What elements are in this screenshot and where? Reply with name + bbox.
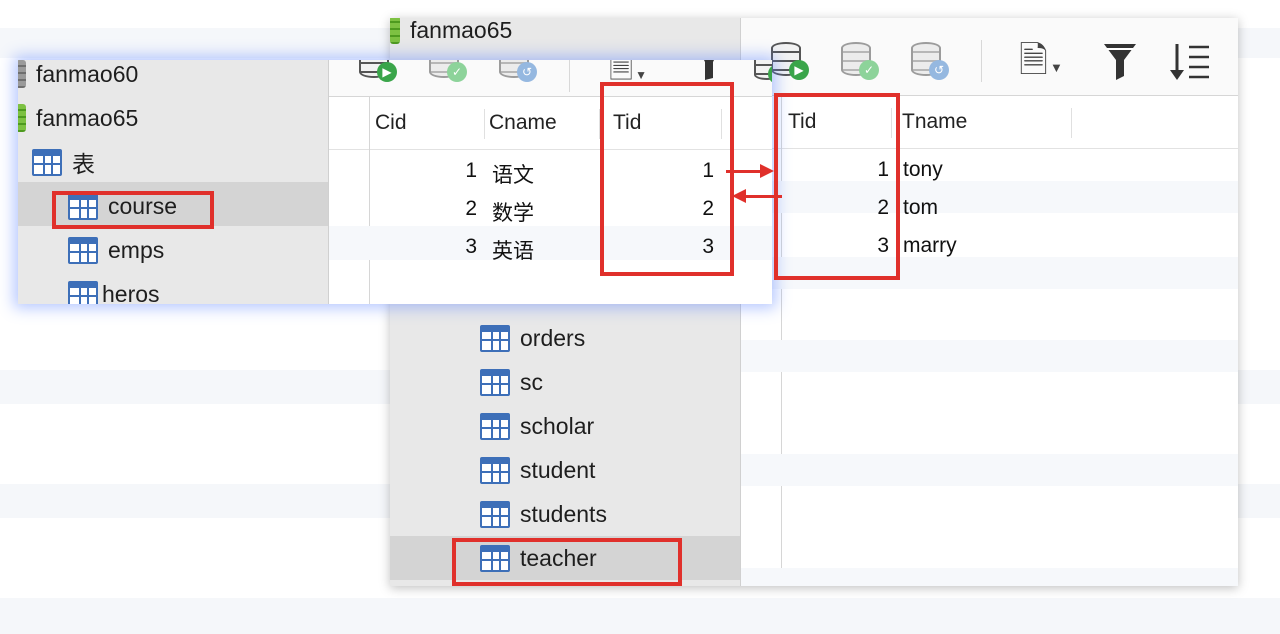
table-label: emps [108, 236, 165, 263]
tree-table-students[interactable]: students [480, 494, 607, 534]
play-icon: ▶ [789, 60, 809, 80]
fetch-button[interactable]: ▶ [754, 60, 772, 84]
table-label: orders [520, 324, 586, 351]
database-commit-icon: ✓ [841, 42, 879, 80]
play-icon: ▶ [377, 62, 397, 82]
export-menu-button[interactable]: 🗎 ▼ [1019, 42, 1063, 78]
table-icon [480, 456, 510, 484]
document-icon: 🗎 [609, 60, 634, 85]
commit-button[interactable]: ✓ [429, 60, 467, 82]
toolbar-divider [981, 40, 982, 82]
table-label: scholar [520, 412, 595, 439]
highlight-box-course [52, 191, 214, 229]
row-stripe [741, 454, 1238, 486]
tree-group-tables[interactable]: 表 [32, 142, 95, 182]
cell-cid[interactable]: 2 [417, 197, 477, 221]
cell-cid[interactable]: 1 [417, 159, 477, 183]
tree-table-emps[interactable]: emps [68, 230, 164, 270]
tree-table-scholar[interactable]: scholar [480, 406, 594, 446]
run-query-button[interactable]: ▶ [359, 60, 397, 82]
cell-cname[interactable]: 数学 [492, 197, 534, 227]
filter-icon [1104, 44, 1136, 80]
table-icon [480, 412, 510, 440]
dropdown-caret-icon: ▼ [1049, 59, 1063, 75]
table-label: sc [520, 368, 543, 395]
table-icon [480, 500, 510, 528]
rollback-button[interactable]: ↺ [499, 60, 537, 82]
tree-table-student[interactable]: student [480, 450, 595, 490]
toolbar-divider [569, 60, 570, 92]
column-header-cid[interactable]: Cid [375, 111, 407, 135]
database-commit-icon: ✓ [429, 60, 467, 82]
row-stripe [741, 340, 1238, 372]
database-icon [390, 18, 400, 44]
database-icon [18, 104, 26, 132]
sort-icon [1170, 44, 1209, 80]
database-icon [18, 60, 26, 88]
table-label: student [520, 456, 596, 483]
highlight-box-course-tid [600, 82, 734, 276]
cell-cname[interactable]: 英语 [492, 235, 534, 265]
document-icon: 🗎 [1019, 39, 1048, 80]
run-query-button[interactable]: ▶ [771, 42, 809, 80]
table-icon [480, 324, 510, 352]
undo-icon: ↺ [517, 62, 537, 82]
tree-db-fanmao65[interactable]: fanmao65 [390, 18, 512, 50]
column-header-tname[interactable]: Tname [902, 110, 967, 134]
undo-icon: ↺ [929, 60, 949, 80]
db-label: fanmao60 [36, 60, 139, 87]
table-icon [68, 280, 98, 304]
db-label: fanmao65 [36, 104, 139, 131]
play-icon: ▶ [768, 64, 772, 84]
database-run-icon: ▶ [771, 42, 809, 80]
table-label: heros [102, 280, 160, 305]
commit-button[interactable]: ✓ [841, 42, 879, 80]
table-group-icon [32, 148, 62, 176]
tree-db-fanmao65[interactable]: fanmao65 [18, 98, 138, 138]
cell-tname[interactable]: marry [903, 234, 957, 258]
sort-button[interactable] [1169, 42, 1211, 82]
column-separator[interactable] [484, 109, 485, 139]
cell-cid[interactable]: 3 [417, 235, 477, 259]
tree-table-orders[interactable]: orders [480, 318, 585, 358]
database-rollback-icon: ↺ [911, 42, 949, 80]
row-number-divider [369, 97, 370, 304]
group-label: 表 [72, 151, 95, 177]
cell-cname[interactable]: 语文 [492, 159, 534, 189]
tree-db-fanmao60[interactable]: fanmao60 [18, 60, 138, 94]
filter-icon [704, 60, 714, 80]
row-stripe [741, 568, 1238, 586]
background-stripe [0, 598, 1280, 634]
arrow-right-icon [760, 164, 774, 178]
tree-table-sc[interactable]: sc [480, 362, 543, 402]
column-separator[interactable] [1071, 108, 1072, 138]
database-fetch-icon: ▶ [754, 60, 772, 84]
front-navigator: fanmao60 fanmao65 表 course emps heros [18, 60, 329, 304]
check-icon: ✓ [859, 60, 879, 80]
rollback-button[interactable]: ↺ [911, 42, 949, 80]
table-label: students [520, 500, 607, 527]
arrow-line [746, 195, 782, 198]
back-toolbar: ▶ ✓ ↺ 🗎 ▼ [741, 18, 1238, 96]
highlight-box-teacher-tid [774, 93, 900, 280]
table-icon [68, 236, 98, 264]
cell-tname[interactable]: tony [903, 158, 943, 182]
db-label: fanmao65 [410, 18, 513, 43]
column-header-cname[interactable]: Cname [489, 111, 557, 135]
arrow-line [726, 170, 762, 173]
highlight-box-teacher [452, 538, 682, 586]
table-icon [480, 368, 510, 396]
cell-tname[interactable]: tom [903, 196, 938, 220]
filter-button[interactable] [1103, 42, 1137, 80]
database-rollback-icon: ↺ [499, 60, 537, 82]
database-run-icon: ▶ [359, 60, 397, 82]
export-menu-button[interactable]: 🗎 ▼ [609, 60, 647, 84]
filter-button[interactable] [699, 60, 719, 80]
check-icon: ✓ [447, 62, 467, 82]
arrow-left-icon [732, 189, 746, 203]
tree-table-heros[interactable]: heros [68, 274, 160, 304]
dropdown-caret-icon: ▼ [635, 68, 648, 82]
